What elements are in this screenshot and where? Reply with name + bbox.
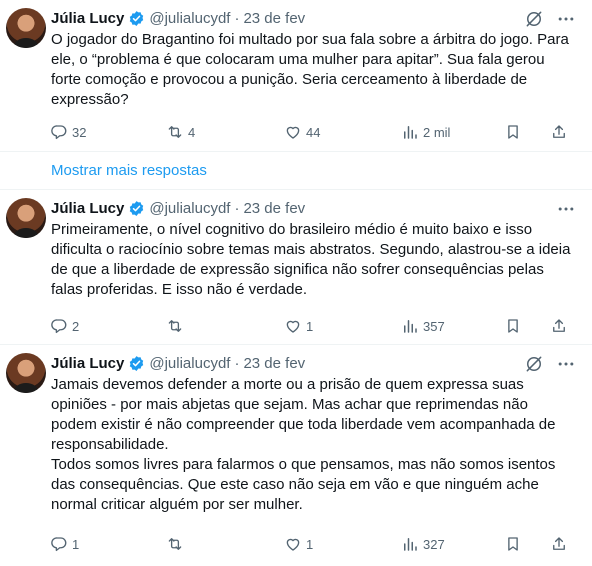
share-icon (553, 537, 565, 550)
grok-icon[interactable] (524, 9, 544, 29)
reply-count: 32 (72, 124, 87, 140)
tweet-header: Júlia Lucy @julialucydf · 23 de fev (51, 198, 305, 218)
bookmark-icon (508, 537, 518, 551)
reply-count: 2 (72, 318, 80, 334)
avatar[interactable] (6, 8, 46, 48)
verified-badge-icon (130, 10, 144, 26)
views-count: 357 (423, 318, 445, 334)
author-handle[interactable]: @julialucydf (149, 355, 230, 372)
bookmark-button[interactable] (504, 121, 522, 143)
more-icon[interactable] (556, 9, 576, 29)
share-button[interactable] (550, 121, 568, 143)
repost-icon (168, 126, 182, 138)
repost-button[interactable] (166, 315, 188, 337)
like-icon (286, 538, 300, 551)
bookmark-button[interactable] (504, 315, 522, 337)
tweet-text: Primeiramente, o nível cognitivo do bras… (51, 220, 571, 300)
views-icon (404, 320, 417, 333)
tweet[interactable]: Júlia Lucy @julialucydf · 23 de fev Jama… (0, 345, 592, 566)
share-icon (553, 125, 565, 138)
show-more-replies-link[interactable]: Mostrar mais respostas (51, 162, 207, 179)
tweet-paragraph: O jogador do Bragantino foi multado por … (51, 31, 569, 108)
verified-badge-icon (130, 200, 144, 216)
bookmark-button[interactable] (504, 533, 522, 555)
reply-button[interactable]: 1 (50, 533, 79, 555)
views-button[interactable]: 327 (401, 533, 445, 555)
like-icon (286, 320, 300, 333)
like-count: 1 (306, 536, 314, 552)
avatar[interactable] (6, 198, 46, 238)
share-button[interactable] (550, 533, 568, 555)
like-button[interactable]: 1 (284, 533, 313, 555)
views-icon (404, 538, 417, 551)
reply-button[interactable]: 2 (50, 315, 79, 337)
tweet[interactable]: Júlia Lucy @julialucydf · 23 de fev O jo… (0, 0, 592, 152)
tweet[interactable]: Júlia Lucy @julialucydf · 23 de fev Prim… (0, 190, 592, 345)
separator-dot: · (234, 354, 240, 372)
tweet-date[interactable]: 23 de fev (243, 355, 305, 372)
tweet-paragraph: Primeiramente, o nível cognitivo do bras… (51, 221, 571, 298)
author-handle[interactable]: @julialucydf (149, 10, 230, 27)
tweet-text: Jamais devemos defender a morte ou a pri… (51, 375, 571, 515)
reply-button[interactable]: 32 (50, 121, 86, 143)
repost-icon (168, 538, 182, 550)
like-count: 44 (306, 124, 321, 140)
avatar[interactable] (6, 353, 46, 393)
more-icon[interactable] (556, 199, 576, 219)
tweet-paragraph: Jamais devemos defender a morte ou a pri… (51, 376, 556, 453)
views-button[interactable]: 357 (401, 315, 445, 337)
repost-icon (168, 320, 182, 332)
tweet-actions: 2 1 357 (46, 315, 576, 337)
share-button[interactable] (550, 315, 568, 337)
more-icon[interactable] (556, 354, 576, 374)
tweet-date[interactable]: 23 de fev (243, 200, 305, 217)
grok-icon[interactable] (524, 354, 544, 374)
author-handle[interactable]: @julialucydf (149, 200, 230, 217)
tweet-paragraph: Todos somos livres para falarmos o que p… (51, 456, 556, 513)
author-name[interactable]: Júlia Lucy (51, 355, 124, 372)
show-more-section: Mostrar mais respostas (0, 152, 592, 190)
views-count: 327 (423, 536, 445, 552)
reply-count: 1 (72, 536, 80, 552)
bookmark-icon (508, 319, 518, 333)
tweet-actions: 32 4 44 2 mil (46, 121, 576, 143)
views-icon (404, 126, 417, 139)
tweet-text: O jogador do Bragantino foi multado por … (51, 30, 571, 110)
tweet-date[interactable]: 23 de fev (243, 10, 305, 27)
like-button[interactable]: 1 (284, 315, 313, 337)
like-button[interactable]: 44 (284, 121, 320, 143)
repost-count: 4 (188, 124, 196, 140)
like-icon (286, 126, 300, 139)
views-count: 2 mil (423, 124, 451, 140)
like-count: 1 (306, 318, 314, 334)
author-name[interactable]: Júlia Lucy (51, 10, 124, 27)
tweet-header: Júlia Lucy @julialucydf · 23 de fev (51, 353, 305, 373)
author-name[interactable]: Júlia Lucy (51, 200, 124, 217)
separator-dot: · (234, 9, 240, 27)
separator-dot: · (234, 199, 240, 217)
reply-icon (51, 319, 67, 334)
verified-badge-icon (130, 355, 144, 371)
bookmark-icon (508, 125, 518, 139)
share-icon (553, 319, 565, 332)
tweet-header: Júlia Lucy @julialucydf · 23 de fev (51, 8, 305, 28)
reply-icon (51, 537, 67, 552)
views-button[interactable]: 2 mil (401, 121, 450, 143)
repost-button[interactable] (166, 533, 188, 555)
repost-button[interactable]: 4 (166, 121, 195, 143)
reply-icon (51, 125, 67, 140)
replies-feed: Júlia Lucy @julialucydf · 23 de fev O jo… (0, 0, 592, 566)
tweet-actions: 1 1 327 (46, 533, 576, 555)
